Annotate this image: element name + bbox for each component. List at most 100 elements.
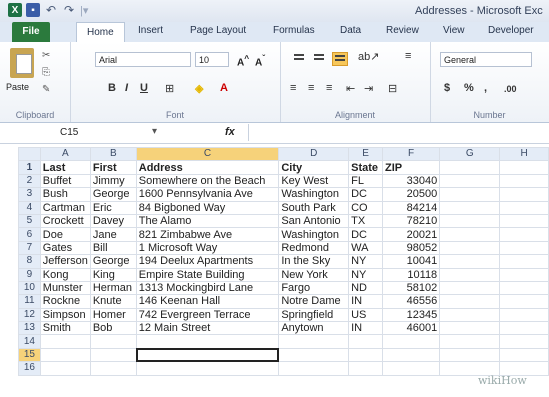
cell[interactable]: Munster <box>39 280 91 296</box>
cell[interactable]: DC <box>348 227 384 242</box>
row-header[interactable]: 15 <box>18 347 41 363</box>
cell[interactable]: Gates <box>39 240 91 256</box>
cell[interactable] <box>382 361 441 376</box>
cell[interactable]: In the Sky <box>278 254 350 269</box>
row-header[interactable]: 6 <box>18 227 41 242</box>
cell[interactable] <box>439 173 501 189</box>
cell[interactable]: DC <box>348 187 384 202</box>
orientation-icon[interactable]: ab↗ <box>358 50 379 63</box>
column-header[interactable]: C <box>135 146 280 162</box>
cell[interactable]: King <box>89 267 137 282</box>
cell[interactable] <box>135 334 280 349</box>
cell[interactable] <box>439 334 501 349</box>
align-left-icon[interactable]: ≡ <box>290 82 296 94</box>
align-center-icon[interactable]: ≡ <box>308 82 314 94</box>
underline-button[interactable]: U <box>140 82 148 94</box>
column-header[interactable]: H <box>499 146 549 162</box>
paste-icon[interactable] <box>10 48 34 78</box>
cell[interactable]: South Park <box>278 200 350 215</box>
cell[interactable] <box>439 280 501 296</box>
cell[interactable]: George <box>89 187 137 202</box>
cell[interactable]: ZIP <box>382 160 441 175</box>
cell[interactable]: 1 Microsoft Way <box>135 240 280 256</box>
italic-button[interactable]: I <box>125 82 128 94</box>
cell[interactable]: 1313 Mockingbird Lane <box>135 280 280 296</box>
tab-review[interactable]: Review <box>386 25 419 36</box>
cell[interactable] <box>499 280 549 296</box>
number-format-dropdown[interactable]: General <box>440 52 532 67</box>
cell[interactable]: 1600 Pennsylvania Ave <box>135 187 280 202</box>
tab-developer[interactable]: Developer <box>488 25 534 36</box>
cell[interactable]: 78210 <box>382 213 441 229</box>
cell[interactable]: 194 Deelux Apartments <box>135 254 280 269</box>
cell[interactable]: Davey <box>89 213 137 229</box>
cell[interactable]: Crockett <box>39 213 91 229</box>
cell[interactable]: Anytown <box>278 321 350 336</box>
name-box-dropdown-icon[interactable]: ▾ <box>152 126 157 137</box>
cell[interactable]: US <box>348 307 384 323</box>
cell[interactable]: ND <box>348 280 384 296</box>
cell[interactable]: Bob <box>89 321 137 336</box>
tab-insert[interactable]: Insert <box>138 25 163 36</box>
cell[interactable] <box>439 227 501 242</box>
cell[interactable]: Empire State Building <box>135 267 280 282</box>
selected-cell[interactable] <box>135 347 280 363</box>
borders-icon[interactable]: ⊞ <box>165 82 174 95</box>
cell[interactable]: New York <box>278 267 350 282</box>
cell[interactable] <box>499 213 549 229</box>
cell[interactable]: Last <box>39 160 91 175</box>
cell[interactable] <box>39 361 91 376</box>
cell[interactable]: Springfield <box>278 307 350 323</box>
currency-icon[interactable]: $ <box>444 82 450 94</box>
cell[interactable] <box>39 334 91 349</box>
decrease-indent-icon[interactable]: ⇤ <box>346 82 355 95</box>
cell[interactable]: 84214 <box>382 200 441 215</box>
customize-toolbar-icon[interactable]: |▾ <box>80 4 88 17</box>
increase-decimal-icon[interactable]: .00 <box>504 84 517 94</box>
name-box[interactable]: C15 <box>20 125 160 140</box>
row-header[interactable]: 11 <box>18 294 41 309</box>
column-header[interactable]: F <box>382 146 441 162</box>
cell[interactable] <box>278 334 350 349</box>
cell[interactable]: 98052 <box>382 240 441 256</box>
cell[interactable] <box>499 200 549 215</box>
cell[interactable]: IN <box>348 321 384 336</box>
row-header[interactable]: 5 <box>18 213 41 229</box>
tab-home[interactable]: Home <box>76 22 125 43</box>
cell[interactable]: Washington <box>278 187 350 202</box>
cell[interactable]: 10118 <box>382 267 441 282</box>
cell[interactable]: Doe <box>39 227 91 242</box>
column-header[interactable]: A <box>39 146 91 162</box>
cell[interactable]: Redmond <box>278 240 350 256</box>
cell[interactable]: Herman <box>89 280 137 296</box>
cell[interactable] <box>348 334 384 349</box>
cell[interactable]: WA <box>348 240 384 256</box>
cell[interactable]: George <box>89 254 137 269</box>
cell[interactable]: Homer <box>89 307 137 323</box>
cell[interactable] <box>39 347 91 363</box>
cell[interactable]: 12 Main Street <box>135 321 280 336</box>
cell[interactable] <box>439 240 501 256</box>
row-header[interactable]: 13 <box>18 321 41 336</box>
cell[interactable]: Kong <box>39 267 91 282</box>
increase-indent-icon[interactable]: ⇥ <box>364 82 373 95</box>
cell[interactable]: FL <box>348 173 384 189</box>
cell[interactable]: Somewhere on the Beach <box>135 173 280 189</box>
row-header[interactable]: 2 <box>18 173 41 189</box>
cell[interactable]: Washington <box>278 227 350 242</box>
cell[interactable]: Simpson <box>39 307 91 323</box>
column-header[interactable]: E <box>348 146 384 162</box>
row-header[interactable]: 1 <box>18 160 41 175</box>
cell[interactable] <box>499 294 549 309</box>
comma-style-icon[interactable]: , <box>484 82 487 94</box>
cell[interactable] <box>89 334 137 349</box>
percent-icon[interactable]: % <box>464 82 474 94</box>
cell[interactable]: Cartman <box>39 200 91 215</box>
cell[interactable]: Jane <box>89 227 137 242</box>
paste-button-label[interactable]: Paste <box>6 82 29 92</box>
cell[interactable] <box>499 307 549 323</box>
cell[interactable]: State <box>348 160 384 175</box>
cell[interactable] <box>135 361 280 376</box>
cell[interactable] <box>499 160 549 175</box>
cell[interactable]: 20500 <box>382 187 441 202</box>
